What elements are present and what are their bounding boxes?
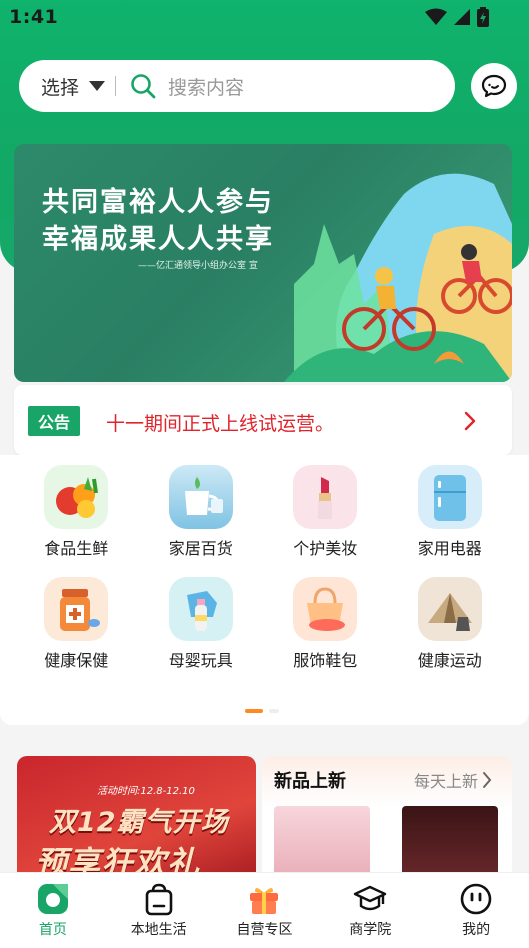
wifi-icon — [425, 8, 447, 25]
category-label: 健康保健 — [44, 651, 109, 670]
promo-banner[interactable]: 共同富裕人人参与 幸福成果人人共享 ——亿汇通领导小组办公室 宣 — [14, 144, 512, 382]
shopping-bag-icon — [142, 882, 176, 916]
search-icon — [131, 74, 156, 99]
category-baby[interactable]: 母婴玩具 — [139, 577, 264, 671]
signal-icon — [454, 9, 470, 25]
lipstick-icon — [293, 465, 358, 529]
category-food[interactable]: 食品生鲜 — [14, 465, 139, 559]
battery-icon — [477, 7, 489, 27]
graduation-cap-icon — [353, 882, 387, 916]
chat-bubble-icon — [481, 74, 507, 98]
tab-home[interactable]: 首页 — [0, 873, 106, 948]
tab-label: 商学院 — [349, 922, 392, 938]
tab-self-operated[interactable]: 自营专区 — [212, 873, 318, 948]
tab-label: 首页 — [38, 922, 67, 938]
tab-label: 本地生活 — [130, 922, 187, 938]
category-label: 食品生鲜 — [44, 539, 109, 558]
profile-icon — [459, 882, 493, 916]
search-scope-label: 选择 — [41, 76, 80, 99]
fridge-icon — [417, 465, 482, 529]
category-health[interactable]: 健康保健 — [14, 577, 139, 671]
banner-headline-2: 幸福成果人人共享 — [42, 224, 274, 255]
status-icons — [425, 7, 489, 27]
tab-label: 我的 — [462, 922, 491, 938]
tab-profile[interactable]: 我的 — [423, 873, 529, 948]
promo-headline-1: 双12霸气开场 — [49, 807, 229, 838]
category-label: 家居百货 — [168, 539, 233, 558]
medicine-icon — [44, 577, 109, 641]
new-arrivals-more-link[interactable]: 每天上新 — [414, 768, 492, 792]
bottom-tab-bar: 首页 本地生活 自营专区 商学院 我的 — [0, 872, 529, 948]
search-scope-select[interactable]: 选择 — [41, 73, 106, 100]
notice-bar[interactable]: 公告 十一期间正式上线试运营。 — [14, 385, 512, 455]
handbag-icon — [293, 577, 358, 641]
notice-tag: 公告 — [28, 406, 80, 436]
home-icon — [36, 882, 70, 916]
tab-local-life[interactable]: 本地生活 — [106, 873, 212, 948]
notice-text: 十一期间正式上线试运营。 — [106, 413, 335, 435]
chevron-right-icon — [464, 411, 476, 431]
search-input[interactable]: 搜索内容 — [168, 73, 244, 100]
promo-time: 活动时间:12.8-12.10 — [97, 786, 195, 797]
cyclists-illustration — [284, 173, 512, 382]
gift-icon — [247, 882, 281, 916]
search-bar[interactable]: 选择 搜索内容 — [19, 60, 455, 112]
tab-business-school[interactable]: 商学院 — [317, 873, 423, 948]
status-bar: 1:41 — [0, 0, 529, 36]
caret-down-icon — [89, 81, 106, 91]
category-sports[interactable]: 健康运动 — [388, 577, 513, 671]
category-label: 家用电器 — [417, 539, 482, 558]
double12-promo-card[interactable]: 活动时间:12.8-12.10 双12霸气开场 预享狂欢礼 — [17, 756, 256, 886]
category-label: 服饰鞋包 — [293, 651, 358, 670]
banner-headline-1: 共同富裕人人参与 — [42, 187, 274, 218]
new-arrivals-title: 新品上新 — [274, 771, 346, 792]
category-label: 健康运动 — [417, 651, 482, 670]
category-beauty[interactable]: 个护美妆 — [263, 465, 388, 559]
chevron-right-icon — [483, 772, 492, 788]
baby-bottle-icon — [168, 577, 233, 641]
category-fashion[interactable]: 服饰鞋包 — [263, 577, 388, 671]
tent-icon — [417, 577, 482, 641]
cup-icon — [168, 465, 233, 529]
category-grid-card: 食品生鲜 家居百货 个护美妆 家用电器 健康保健 母婴玩具 服饰鞋包 健康运动 — [0, 455, 529, 725]
pager-dots — [245, 709, 279, 713]
status-time: 1:41 — [9, 6, 59, 28]
pager-dot-active — [245, 709, 263, 713]
vegetables-icon — [44, 465, 109, 529]
message-button[interactable] — [471, 63, 517, 109]
category-label: 母婴玩具 — [168, 651, 233, 670]
banner-subtitle: ——亿汇通领导小组办公室 宣 — [138, 261, 258, 271]
tab-label: 自营专区 — [236, 922, 293, 938]
new-arrivals-card[interactable]: 新品上新 每天上新 — [262, 756, 512, 886]
category-home[interactable]: 家居百货 — [139, 465, 264, 559]
category-appliances[interactable]: 家用电器 — [388, 465, 513, 559]
category-label: 个护美妆 — [293, 539, 358, 558]
search-divider — [115, 76, 117, 96]
pager-dot — [269, 709, 279, 713]
new-arrivals-more-label: 每天上新 — [413, 772, 478, 791]
category-grid: 食品生鲜 家居百货 个护美妆 家用电器 健康保健 母婴玩具 服饰鞋包 健康运动 — [14, 465, 512, 671]
